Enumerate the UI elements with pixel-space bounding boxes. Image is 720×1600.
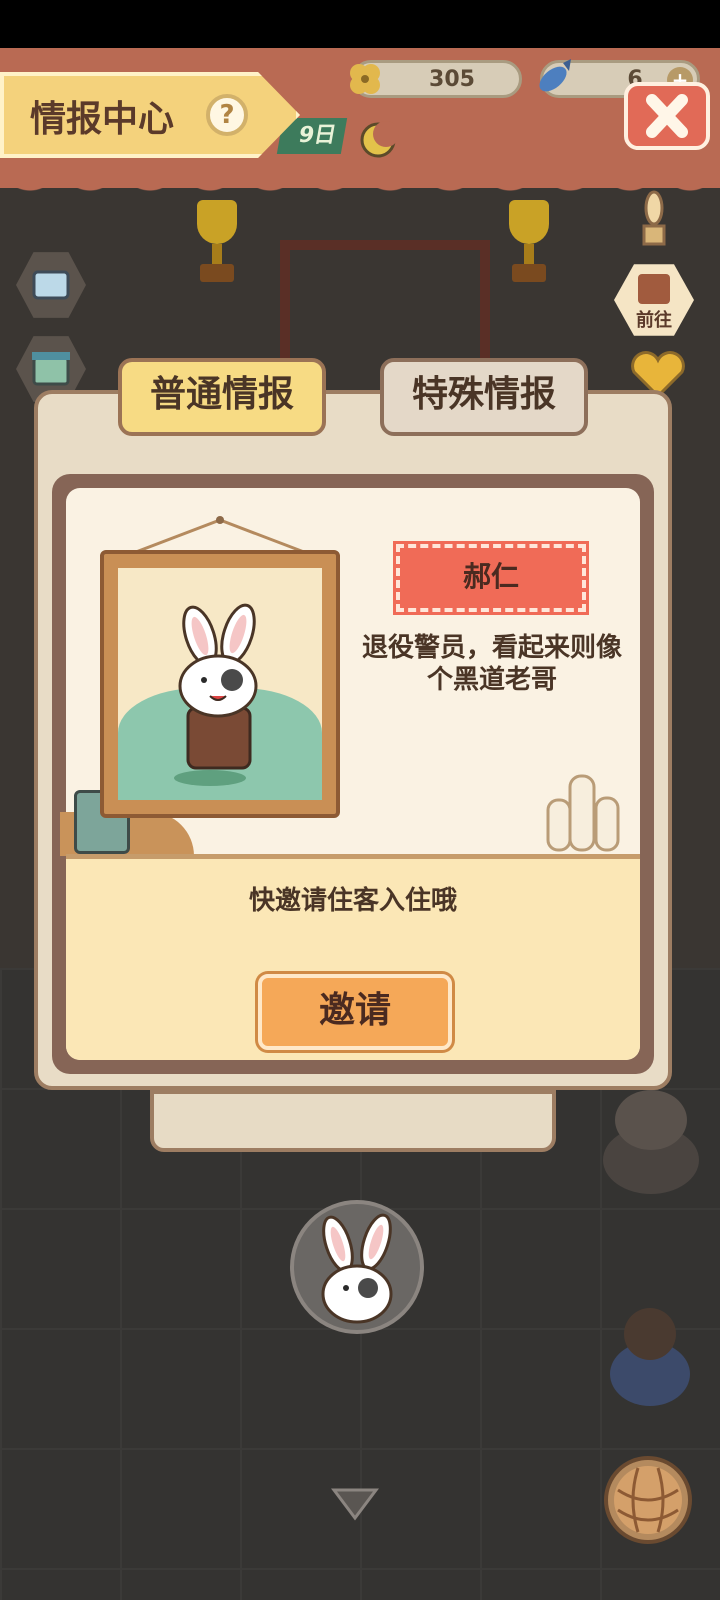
- clover-icon: [350, 64, 380, 94]
- npc-bear-guest: [610, 1308, 690, 1406]
- arrow-down-icon[interactable]: [330, 1486, 380, 1522]
- invite-prompt: 快邀请住客入住哦: [248, 886, 457, 916]
- moon-icon: [360, 121, 399, 158]
- bulletin-icon: [638, 274, 670, 304]
- fish-icon: [539, 59, 571, 92]
- tab-normal-intel[interactable]: 普通情报: [118, 358, 326, 436]
- rabbit-avatar-icon: [321, 1213, 393, 1324]
- guest-avatar-button[interactable]: [290, 1200, 424, 1334]
- yarn-ball-button[interactable]: [604, 1456, 692, 1544]
- trophy-left: [192, 200, 242, 290]
- rope-icon: [642, 190, 666, 246]
- portrait-frame: [100, 550, 340, 818]
- page-title: 情报中心: [30, 99, 175, 140]
- portrait-art: [118, 568, 322, 800]
- trophy-right: [504, 200, 554, 290]
- help-icon[interactable]: ?: [206, 94, 248, 136]
- clover-currency[interactable]: 305: [350, 60, 522, 98]
- scroll-icon: [546, 774, 620, 852]
- tab-special-intel[interactable]: 特殊情报: [380, 358, 588, 436]
- rabbit-portrait: [174, 603, 258, 786]
- title-banner: 情报中心 ?: [0, 72, 300, 158]
- status-bar: [0, 0, 720, 48]
- close-button[interactable]: [624, 82, 710, 150]
- yarn-ball-icon: [614, 1466, 682, 1534]
- npc-guest-sitting: [603, 1090, 699, 1194]
- curtain-scallop: [0, 160, 720, 200]
- clover-count: 305: [429, 67, 475, 92]
- modal-tray: [150, 1090, 556, 1152]
- wall-window-frame: [280, 240, 490, 360]
- close-icon: [646, 94, 688, 138]
- guest-name-tag: 郝仁: [396, 544, 586, 612]
- invite-button[interactable]: 邀请: [258, 974, 452, 1050]
- guest-description: 退役警员，看起来则像个黑道老哥: [361, 633, 622, 695]
